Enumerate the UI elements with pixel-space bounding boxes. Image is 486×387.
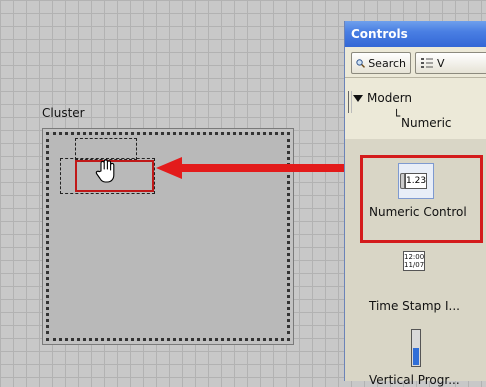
tree-item-numeric[interactable]: Numeric: [401, 116, 452, 130]
search-button-label: Search: [368, 56, 406, 70]
vertical-progress-icon[interactable]: [411, 329, 421, 367]
palette-title: Controls: [351, 27, 408, 41]
cluster-label: Cluster: [42, 106, 85, 120]
vertical-progress-label[interactable]: Vertical Progr...: [369, 373, 460, 387]
time-stamp-icon-time: 12:00: [404, 253, 425, 261]
tree-elbow-icon: └: [393, 109, 401, 123]
search-button[interactable]: Search: [351, 52, 411, 74]
search-icon: [356, 58, 365, 68]
view-icon: [421, 58, 433, 68]
hand-cursor-icon: [95, 159, 115, 183]
expand-triangle-icon[interactable]: [353, 95, 363, 102]
time-stamp-icon[interactable]: 12:00 11/07: [403, 251, 425, 271]
view-button[interactable]: V: [415, 52, 486, 74]
tree-separator: [348, 91, 352, 113]
time-stamp-icon-date: 11/07: [404, 261, 425, 269]
numeric-control-label[interactable]: Numeric Control: [369, 205, 467, 219]
controls-palette[interactable]: Controls Search V Modern └ Numeric 1.23: [344, 21, 486, 387]
palette-items: 1.23 Numeric Control 12:00 11/07 Time St…: [345, 139, 486, 387]
drag-arrow-icon: [156, 157, 366, 179]
palette-title-bar[interactable]: Controls: [345, 21, 486, 47]
numeric-control-icon-value: 1.23: [405, 173, 427, 189]
view-button-label: V: [437, 56, 445, 70]
vertical-progress-fill: [413, 348, 419, 365]
numeric-control-icon[interactable]: 1.23: [398, 163, 434, 199]
drag-ghost-box: [75, 138, 137, 160]
tree-item-modern[interactable]: Modern: [367, 91, 412, 105]
time-stamp-label[interactable]: Time Stamp I...: [369, 299, 460, 313]
palette-toolbar: Search V: [345, 47, 486, 78]
